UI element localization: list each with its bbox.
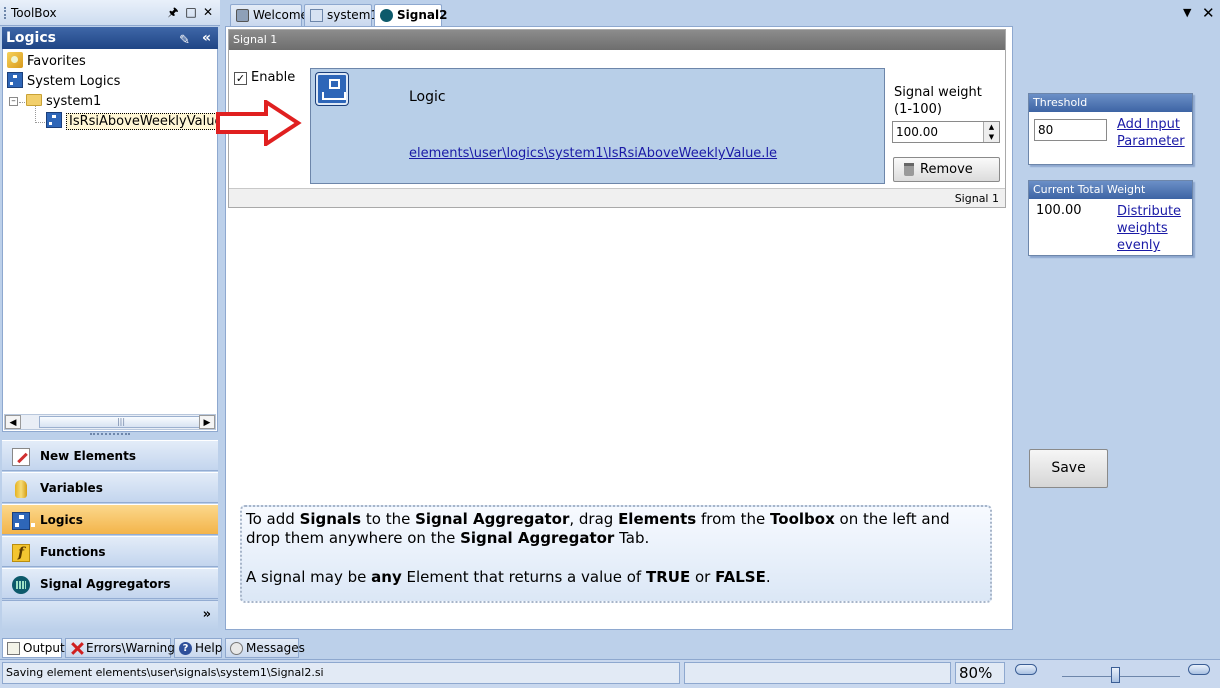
document-tabs: Welcome system1 Signal2 <box>228 4 1218 27</box>
tab-messages[interactable]: Messages <box>225 638 305 658</box>
drag-grip-icon[interactable] <box>4 7 6 19</box>
logic-icon <box>7 72 26 88</box>
errors-icon <box>70 642 83 655</box>
folder-icon <box>26 94 42 106</box>
scroll-right-icon[interactable]: ▶ <box>199 415 215 429</box>
tab-help[interactable]: ? Help <box>174 638 222 658</box>
zoom-out-icon[interactable] <box>1015 664 1037 675</box>
instructions-box: To add Signals to the Signal Aggregator,… <box>240 505 992 603</box>
logic-icon <box>316 73 348 105</box>
current-total-weight-title: Current Total Weight <box>1029 181 1192 199</box>
collapse-left-icon[interactable]: « <box>202 27 211 49</box>
variables-icon <box>15 480 27 498</box>
tree-item-system-logics[interactable]: System Logics <box>7 72 120 92</box>
favorites-icon <box>7 52 23 68</box>
welcome-icon <box>236 9 249 22</box>
toolbox-title: ToolBox <box>11 6 57 20</box>
zoom-level: 80% <box>955 662 1005 684</box>
enable-checkbox[interactable]: ✓ <box>234 72 247 85</box>
scroll-left-icon[interactable]: ◀ <box>5 415 21 429</box>
scroll-thumb[interactable]: ||| <box>39 416 203 428</box>
selected-tree-label: IsRsiAboveWeeklyValue <box>66 113 226 130</box>
tree-item-isrsiaboveweeklyvalue[interactable]: IsRsiAboveWeeklyValue <box>46 112 226 132</box>
status-bar: Saving element elements\user\signals\sys… <box>0 659 1220 688</box>
tree-item-favorites[interactable]: Favorites <box>7 52 86 72</box>
nav-variables[interactable]: Variables <box>2 472 218 503</box>
signal-aggregators-icon <box>12 576 30 594</box>
logic-label: Logic <box>409 89 446 105</box>
toolbox-panel: ToolBox 🖈 □ ✕ Logics ✎ « Favorites Syste… <box>0 0 226 636</box>
system-icon <box>310 9 323 22</box>
signal-weight-input[interactable]: 100.00 ▲ ▼ <box>892 121 1000 143</box>
zoom-in-icon[interactable] <box>1188 664 1210 675</box>
logic-tree[interactable]: Favorites System Logics – system1 IsRsiA… <box>2 49 226 432</box>
chevron-more-icon[interactable]: » <box>203 607 211 622</box>
new-elements-icon <box>12 448 30 466</box>
spinner-icon[interactable]: ▲ ▼ <box>983 122 999 142</box>
output-icon <box>7 642 20 655</box>
float-window-icon[interactable]: □ <box>184 5 198 19</box>
current-total-weight-value: 100.00 <box>1036 203 1082 218</box>
section-header: Logics ✎ « <box>2 27 218 49</box>
status-message: Saving element elements\user\signals\sys… <box>2 662 680 684</box>
tab-list-dropdown-icon[interactable]: ▼ <box>1183 6 1191 19</box>
nav-functions[interactable]: f Functions <box>2 536 218 567</box>
help-icon: ? <box>179 642 192 655</box>
nav-signal-aggregators[interactable]: Signal Aggregators <box>2 568 218 599</box>
toolbox-title-bar[interactable]: ToolBox 🖈 □ ✕ <box>0 0 220 26</box>
tab-signal2[interactable]: Signal2 <box>374 4 447 27</box>
distribute-weights-link[interactable]: Distribute weights evenly <box>1117 203 1181 254</box>
close-icon[interactable]: ✕ <box>201 5 215 19</box>
signal-header: Signal 1 <box>229 30 1005 50</box>
enable-label: Enable <box>251 70 296 85</box>
logics-icon <box>12 512 35 530</box>
signal-icon <box>380 9 393 22</box>
zoom-slider[interactable] <box>1062 676 1180 677</box>
current-total-weight-box: Current Total Weight 100.00 Distribute w… <box>1028 180 1193 256</box>
logic-path-link[interactable]: elements\user\logics\system1\IsRsiAboveW… <box>409 146 777 161</box>
bottom-tabs: Output Errors\Warnings ? Help Messages <box>0 637 1220 659</box>
red-arrow-icon <box>216 100 302 146</box>
add-input-parameter-link[interactable]: Add Input Parameter <box>1117 116 1185 150</box>
zoom-slider-thumb[interactable] <box>1110 667 1120 683</box>
functions-icon: f <box>12 544 30 562</box>
signal-footer: Signal 1 <box>229 188 1005 207</box>
horizontal-scrollbar[interactable]: ◀ ||| ▶ <box>4 414 216 430</box>
nav-new-elements[interactable]: New Elements <box>2 440 218 471</box>
trash-icon <box>904 163 914 176</box>
threshold-box: Threshold 80 Add Input Parameter <box>1028 93 1193 165</box>
instructions-paragraph-1: To add Signals to the Signal Aggregator,… <box>246 510 950 547</box>
tab-output[interactable]: Output <box>2 638 65 658</box>
tree-item-system1[interactable]: system1 <box>26 92 101 112</box>
panel-splitter[interactable] <box>90 433 130 437</box>
logic-element-box[interactable]: Logic elements\user\logics\system1\IsRsi… <box>310 68 885 184</box>
nav-logics[interactable]: Logics <box>2 504 218 535</box>
signal-content: ✓ Enable Logic elements\user\logics\syst… <box>229 50 1005 190</box>
tab-welcome[interactable]: Welcome <box>230 4 308 26</box>
close-tab-icon[interactable]: ✕ <box>1202 4 1215 22</box>
collapse-node-icon[interactable]: – <box>9 97 18 106</box>
logic-icon <box>46 112 65 128</box>
nav-overflow[interactable]: » <box>2 600 218 630</box>
remove-button[interactable]: Remove <box>893 157 1000 182</box>
signal-weight-label: Signal weight (1-100) <box>894 85 982 117</box>
status-panel <box>684 662 951 684</box>
instructions-paragraph-2: A signal may be any Element that returns… <box>246 568 771 586</box>
signal-panel: Signal 1 ✓ Enable Logic elements\user\lo… <box>228 29 1006 208</box>
tab-system1[interactable]: system1 <box>304 4 378 26</box>
tab-errors-warnings[interactable]: Errors\Warnings <box>65 638 181 658</box>
threshold-title: Threshold <box>1029 94 1192 112</box>
threshold-input[interactable]: 80 <box>1034 119 1107 141</box>
pin-icon[interactable]: 🖈 <box>166 5 180 19</box>
section-title: Logics <box>6 30 56 46</box>
messages-icon <box>230 642 243 655</box>
save-button[interactable]: Save <box>1029 449 1108 488</box>
